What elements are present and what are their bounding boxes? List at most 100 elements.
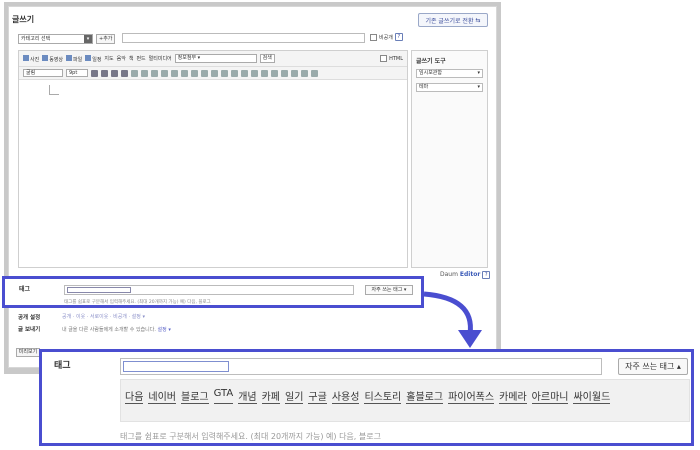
quote-icon[interactable]	[271, 69, 278, 77]
special-char-icon[interactable]	[261, 69, 268, 77]
category-select[interactable]: 카테고리 선택 ▾	[18, 33, 93, 44]
file-icon	[66, 54, 73, 61]
private-checkbox[interactable]	[370, 33, 377, 41]
emoticon-icon[interactable]	[251, 69, 258, 77]
tag-label-zoomed: 태그	[54, 361, 71, 371]
text-color-icon[interactable]	[131, 69, 138, 77]
toolbar-item-multimedia[interactable]: 멀티미디어	[149, 55, 172, 62]
private-label: 비공개	[379, 34, 393, 41]
writing-tools-panel: 글쓰기 도구 임시보관함 테마	[411, 50, 488, 268]
html-toggle[interactable]: HTML	[380, 55, 403, 62]
indent-icon[interactable]	[191, 69, 198, 77]
font-select[interactable]: 굴림	[23, 69, 63, 77]
tag-hint-zoomed: 태그를 쉼표로 구분해서 입력해주세요. (최대 20개까지 가능) 예) 다음…	[120, 432, 381, 441]
divider-icon[interactable]	[281, 69, 288, 77]
add-category-button[interactable]: +추가	[96, 33, 116, 44]
tag-item[interactable]: 파이어폭스	[448, 388, 495, 404]
tag-item[interactable]: GTA	[213, 388, 234, 404]
private-option[interactable]: 비공개 ?	[370, 33, 403, 41]
help-icon[interactable]: ?	[394, 33, 403, 41]
switch-editor-label: 기존 글쓰기로 전환	[425, 17, 474, 25]
zoom-arrow-icon	[423, 291, 482, 348]
tag-row-zoomed: 태그 자주 쓰는 태그 ▴ 다음 네이버 블로그 GTA 개념 카페 일기 구글…	[39, 349, 694, 446]
photo-icon	[23, 54, 29, 61]
tag-item[interactable]: 일기	[285, 388, 304, 404]
font-size-select[interactable]: 9pt	[66, 69, 88, 77]
list-icon[interactable]	[221, 69, 228, 77]
format-toolbar: 굴림 9pt	[19, 67, 407, 80]
html-checkbox[interactable]	[380, 55, 388, 62]
editor-help-icon[interactable]: ?	[482, 271, 491, 279]
tag-item[interactable]: 카메라	[499, 388, 527, 404]
attach-info-select[interactable]: 정보첨부 ▾	[174, 54, 257, 63]
search-button[interactable]: 검색	[259, 54, 275, 63]
tag-input-field-small[interactable]	[67, 287, 131, 293]
tag-label-small: 태그	[19, 286, 31, 293]
tag-item[interactable]: 카페	[261, 388, 281, 404]
tag-input-zoomed[interactable]	[120, 358, 602, 375]
tag-item[interactable]: 다음	[125, 388, 144, 404]
strike-icon[interactable]	[121, 69, 128, 77]
toolbar-item-music[interactable]: 음악	[117, 55, 126, 62]
toolbar-item-fund[interactable]: 펀드	[136, 55, 145, 62]
page-title: 글쓰기	[12, 15, 35, 24]
text-cursor-mark	[49, 85, 59, 95]
toolbar-item-book[interactable]: 책	[129, 55, 134, 62]
editor-body[interactable]: 사진 동영상 파일 일정 지도 음악 책 펀드 멀티미디어 정보첨부 ▾ 검색 …	[18, 50, 408, 268]
toolbar-item-photo[interactable]: 사진	[23, 54, 39, 63]
align-center-icon[interactable]	[161, 69, 168, 77]
title-input[interactable]	[122, 33, 365, 43]
send-post-description: 내 글을 다른 사람들에게 소개할 수 있습니다. 설정 ▾	[62, 327, 171, 333]
send-post-label: 글 보내기	[18, 327, 41, 333]
daum-editor-logo: Daum Editor ?	[440, 271, 491, 279]
align-justify-icon[interactable]	[181, 69, 188, 77]
align-left-icon[interactable]	[151, 69, 158, 77]
toolbar-item-map[interactable]: 지도	[104, 55, 113, 62]
toolbar-item-schedule[interactable]: 일정	[85, 54, 101, 63]
tag-item[interactable]: 블로그	[181, 388, 209, 404]
tag-input-field-zoomed[interactable]	[123, 361, 229, 372]
tag-item[interactable]: 티스토리	[364, 388, 402, 404]
tag-item[interactable]: 아르마니	[531, 388, 569, 404]
tag-item[interactable]: 구글	[308, 388, 327, 404]
tag-item[interactable]: 네이버	[148, 388, 177, 404]
toolbar-item-video[interactable]: 동영상	[42, 54, 63, 63]
switch-icon: ⇆	[475, 16, 481, 24]
bold-icon[interactable]	[91, 69, 98, 77]
tag-hint-small: 태그를 쉼표로 구분해서 입력해주세요. (최대 20개까지 가능) 예) 다음…	[64, 300, 211, 305]
tag-item[interactable]: 싸이월드	[573, 388, 611, 404]
toolbar-item-file[interactable]: 파일	[66, 54, 82, 63]
underline-icon[interactable]	[101, 69, 108, 77]
table-icon[interactable]	[241, 69, 248, 77]
frequent-tags-button-zoomed[interactable]: 자주 쓰는 태그 ▴	[618, 358, 688, 375]
frequent-tags-list: 다음 네이버 블로그 GTA 개념 카페 일기 구글 사용성 티스토리 홀블로그…	[120, 379, 690, 422]
tag-item[interactable]: 사용성	[331, 388, 360, 404]
category-select-label: 카테고리 선택	[21, 35, 51, 42]
italic-icon[interactable]	[111, 69, 118, 77]
category-row: 카테고리 선택 ▾ +추가	[18, 33, 116, 44]
theme-select[interactable]: 테마	[416, 83, 483, 92]
align-right-icon[interactable]	[171, 69, 178, 77]
save-icon[interactable]	[291, 69, 298, 77]
link-icon[interactable]	[231, 69, 238, 77]
drafts-select[interactable]: 임시보관함	[416, 69, 483, 78]
open-setting-options[interactable]: 공개 · 이웃 · 서로이웃 · 비공개 · 설정 ▾	[62, 313, 145, 320]
send-post-setting-link[interactable]: 설정 ▾	[158, 327, 171, 333]
tag-item[interactable]: 개념	[238, 388, 257, 404]
chevron-down-icon: ▾	[84, 34, 92, 43]
tag-input-small[interactable]	[64, 285, 354, 295]
tag-item[interactable]: 홀블로그	[406, 388, 444, 404]
tag-row-small: 태그 자주 쓰는 태그 ▾ 태그를 쉼표로 구분해서 입력해주세요. (최대 2…	[2, 276, 424, 308]
line-height-icon[interactable]	[211, 69, 218, 77]
redo-icon[interactable]	[311, 69, 318, 77]
video-icon	[42, 54, 49, 61]
preview-button[interactable]: 미리보기	[16, 348, 40, 357]
switch-editor-button[interactable]: 기존 글쓰기로 전환 ⇆	[418, 13, 488, 27]
outdent-icon[interactable]	[201, 69, 208, 77]
bg-color-icon[interactable]	[141, 69, 148, 77]
attach-toolbar: 사진 동영상 파일 일정 지도 음악 책 펀드 멀티미디어 정보첨부 ▾ 검색 …	[19, 51, 407, 67]
open-setting-label: 공개 설정	[18, 315, 41, 321]
html-label: HTML	[389, 55, 403, 62]
undo-icon[interactable]	[301, 69, 308, 77]
frequent-tags-button-small[interactable]: 자주 쓰는 태그 ▾	[365, 285, 413, 295]
